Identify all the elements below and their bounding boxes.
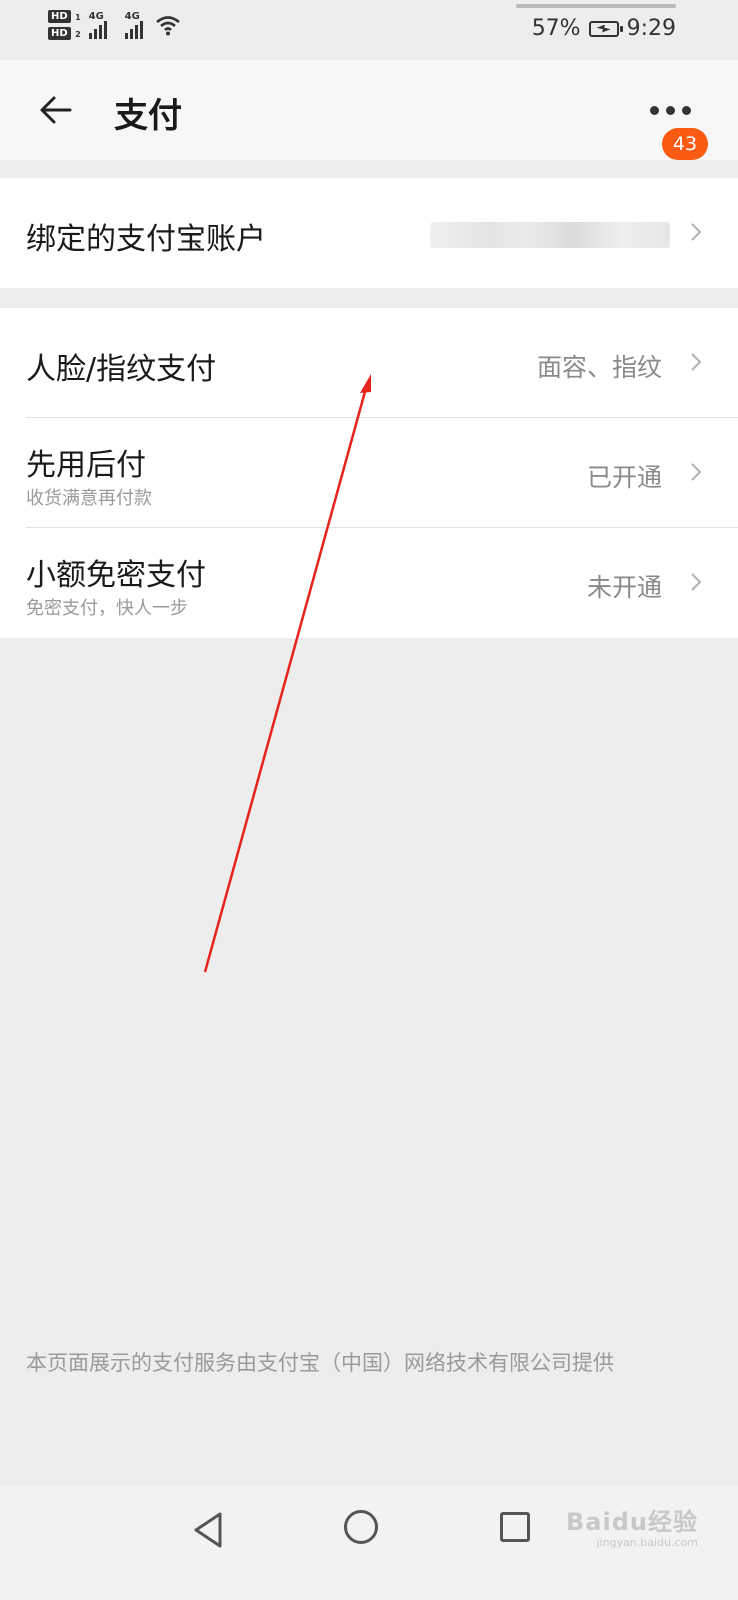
chevron-right-icon (691, 573, 702, 591)
hd2-label: HD 2 (48, 27, 81, 40)
provider-note: 本页面展示的支付服务由支付宝（中国）网络技术有限公司提供 (26, 1351, 614, 1375)
battery-charging-icon (588, 20, 623, 37)
row-title: 人脸/指纹支付 (26, 352, 217, 387)
nav-recents-icon[interactable] (500, 1512, 530, 1542)
battery-percent: 57% (531, 16, 581, 41)
signal-icon-1: 4G (88, 11, 107, 39)
hd1-label: HD 1 (48, 10, 81, 23)
baidu-watermark-url: jingyan.baidu.com (596, 1536, 698, 1549)
row-value: 已开通 (586, 463, 662, 492)
more-dots-icon[interactable] (650, 100, 694, 120)
alipay-account-card: 绑定的支付宝账户 (0, 178, 738, 288)
alipay-account-row[interactable]: 绑定的支付宝账户 (0, 178, 738, 288)
alipay-account-label: 绑定的支付宝账户 (26, 222, 266, 257)
system-navigation-bar: Baidu经验 jingyan.baidu.com (0, 1486, 738, 1600)
status-right: 57% 9:29 (532, 16, 676, 41)
list-item-pay-later[interactable]: 先用后付 收货满意再付款 已开通 (0, 418, 738, 528)
app-header: 支付 43 (0, 60, 738, 160)
chevron-right-icon (691, 463, 702, 481)
row-value: 面容、指纹 (536, 353, 662, 382)
status-indicator-line (516, 4, 676, 8)
payment-options-card: 人脸/指纹支付 面容、指纹 先用后付 收货满意再付款 已开通 小额免密支付 免密… (0, 308, 738, 638)
alipay-account-value-obscured (430, 222, 670, 248)
row-subtitle: 免密支付，快人一步 (26, 598, 188, 619)
back-arrow-icon[interactable] (38, 92, 74, 128)
status-bar: HD 1 HD 2 4G 4G 57% 9:29 (0, 0, 738, 60)
baidu-watermark: Baidu经验 (566, 1508, 698, 1536)
signal-icon-2: 4G (124, 11, 143, 39)
chevron-right-icon (691, 223, 702, 241)
row-title: 先用后付 (26, 448, 146, 483)
list-item-small-password-free[interactable]: 小额免密支付 免密支付，快人一步 未开通 (0, 528, 738, 638)
list-item-face-fingerprint[interactable]: 人脸/指纹支付 面容、指纹 (0, 308, 738, 418)
nav-home-icon[interactable] (344, 1510, 378, 1544)
row-title: 小额免密支付 (26, 558, 206, 593)
chevron-right-icon (691, 353, 702, 371)
status-left: HD 1 HD 2 4G 4G (48, 10, 181, 40)
notification-badge: 43 (662, 128, 708, 160)
hd-stack: HD 1 HD 2 (48, 10, 81, 40)
wifi-icon (155, 16, 180, 36)
clock: 9:29 (626, 16, 676, 41)
row-subtitle: 收货满意再付款 (26, 488, 152, 509)
row-value: 未开通 (586, 573, 662, 602)
page-title: 支付 (114, 96, 182, 136)
nav-back-icon[interactable] (190, 1510, 226, 1550)
